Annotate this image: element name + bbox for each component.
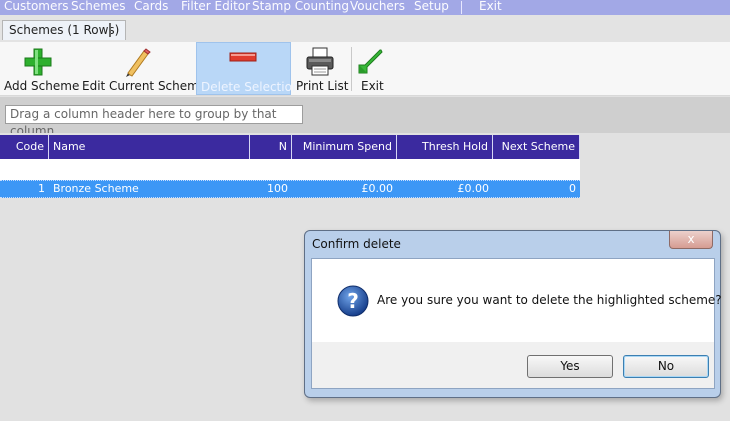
menu-vouchers[interactable]: Vouchers <box>350 0 405 14</box>
column-header-thresh-hold[interactable]: Thresh Hold <box>397 135 493 159</box>
column-header-n[interactable]: N <box>250 135 292 159</box>
question-icon: ? <box>337 285 369 317</box>
menu-setup[interactable]: Setup <box>414 0 449 14</box>
delete-selection-button[interactable]: Delete Selection <box>196 42 300 95</box>
plus-icon <box>24 48 52 76</box>
edit-scheme-label: Edit Current Scheme <box>82 79 207 93</box>
add-scheme-button[interactable]: Add Scheme <box>2 42 79 95</box>
column-header-code[interactable]: Code <box>0 135 49 159</box>
yes-button[interactable]: Yes <box>527 355 613 378</box>
minus-icon <box>229 52 257 62</box>
cell-minimum-spend: £0.00 <box>361 182 394 195</box>
exit-arrow-icon <box>358 49 383 74</box>
no-button[interactable]: No <box>623 355 709 378</box>
toolbar: Add Scheme Edit Current Scheme Delete Se… <box>0 42 730 96</box>
grid-header: Code Name N Minimum Spend Thresh Hold Ne… <box>0 135 580 159</box>
cell-code: 1 <box>38 182 45 195</box>
svg-text:?: ? <box>347 289 359 313</box>
dialog-close-button[interactable]: x <box>669 231 713 249</box>
dialog-title: Confirm delete <box>312 237 401 251</box>
cell-thresh-hold: £0.00 <box>457 182 490 195</box>
menu-stamp-counting[interactable]: Stamp Counting <box>252 0 349 14</box>
toolbar-separator <box>351 47 352 91</box>
dialog-message-area: ? Are you sure you want to delete the hi… <box>312 259 722 342</box>
cell-name: Bronze Scheme <box>53 182 139 195</box>
cell-next-scheme: 0 <box>569 182 576 195</box>
cell-n: 100 <box>267 182 288 195</box>
column-header-minimum-spend[interactable]: Minimum Spend <box>292 135 397 159</box>
pencil-icon <box>126 48 151 77</box>
group-by-drop-zone[interactable]: Drag a column header here to group by th… <box>5 105 303 138</box>
dialog-body: ? Are you sure you want to delete the hi… <box>311 258 722 389</box>
print-list-button[interactable]: Print List <box>294 42 349 95</box>
exit-label: Exit <box>361 79 384 93</box>
menu-filter-editor[interactable]: Filter Editor <box>181 0 250 14</box>
grid-filter-row[interactable] <box>0 159 580 180</box>
tab-divider <box>109 23 111 37</box>
exit-button[interactable]: Exit <box>355 42 387 95</box>
column-header-next-scheme[interactable]: Next Scheme <box>493 135 580 159</box>
tab-strip: Schemes (1 Rows) <box>0 15 730 44</box>
menu-bar: Customers Schemes Cards Filter Editor St… <box>0 0 730 15</box>
confirm-delete-dialog: Confirm delete x ? Are you sure you want… <box>304 230 722 398</box>
dialog-message: Are you sure you want to delete the high… <box>377 293 722 307</box>
menu-separator <box>461 1 462 14</box>
menu-schemes[interactable]: Schemes <box>71 0 126 14</box>
tab-schemes[interactable]: Schemes (1 Rows) <box>2 20 127 40</box>
add-scheme-label: Add Scheme <box>4 79 80 93</box>
menu-exit[interactable]: Exit <box>479 0 502 14</box>
print-list-label: Print List <box>296 79 349 93</box>
edit-scheme-button[interactable]: Edit Current Scheme <box>80 42 206 95</box>
menu-customers[interactable]: Customers <box>4 0 69 14</box>
close-icon: x <box>687 232 695 246</box>
menu-cards[interactable]: Cards <box>134 0 168 14</box>
table-row[interactable]: 1 Bronze Scheme 100 £0.00 £0.00 0 <box>0 180 580 198</box>
printer-icon <box>306 47 334 76</box>
delete-selection-label: Delete Selection <box>201 80 300 94</box>
group-by-panel: Drag a column header here to group by th… <box>0 97 730 138</box>
column-header-name[interactable]: Name <box>49 135 250 159</box>
